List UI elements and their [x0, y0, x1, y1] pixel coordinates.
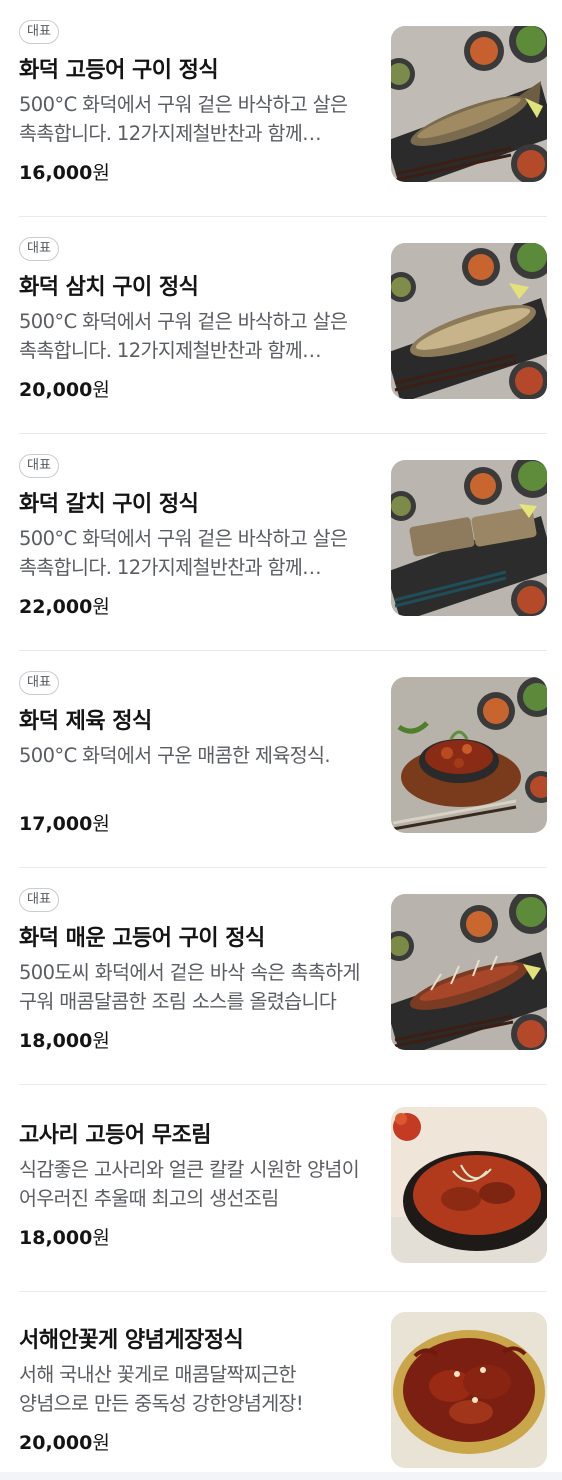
menu-item-spicy-grilled-mackerel[interactable]: 대표 화덕 매운 고등어 구이 정식 500도씨 화덕에서 겉은 바삭 속은 촉…: [19, 868, 547, 1085]
price-value: 20,000: [19, 1432, 93, 1454]
price-value: 18,000: [19, 1227, 93, 1249]
grilled-mackerel-photo: [391, 26, 547, 182]
signature-badge: 대표: [19, 237, 59, 261]
menu-item-price: 18,000원: [19, 1026, 110, 1053]
menu-item-photo[interactable]: [391, 1312, 547, 1468]
menu-item-description: 500도씨 화덕에서 겉은 바삭 속은 촉촉하게 구워 매콤달콤한 조림 소스를…: [19, 961, 360, 1013]
menu-item-spicy-pork[interactable]: 대표 화덕 제육 정식 500°C 화덕에서 구운 매콤한 제육정식. 17,0…: [19, 651, 547, 868]
menu-item-price: 18,000원: [19, 1223, 110, 1250]
menu-item-grilled-hairtail[interactable]: 대표 화덕 갈치 구이 정식 500°C 화덕에서 구워 겉은 바삭하고 살은 …: [19, 434, 547, 651]
menu-item-description: 서해 국내산 꽃게로 매콤달짝찌근한 양념으로 만든 중독성 강한양념게장!: [19, 1363, 304, 1415]
menu-item-title[interactable]: 고사리 고등어 무조림: [19, 1117, 374, 1149]
price-unit: 원: [92, 1030, 110, 1052]
menu-item-description: 식감좋은 고사리와 얼큰 칼칼 시원한 양념이 어우러진 추울때 최고의 생선조…: [19, 1158, 360, 1210]
menu-item-description: 500°C 화덕에서 구워 겉은 바삭하고 살은 촉촉합니다. 12가지제철반찬…: [19, 310, 348, 362]
menu-item-seasoned-crab[interactable]: 서해안꽃게 양념게장정식 서해 국내산 꽃게로 매콤달짝찌근한 양념으로 만든 …: [19, 1292, 547, 1472]
price-value: 18,000: [19, 1030, 93, 1052]
price-unit: 원: [92, 1432, 110, 1454]
menu-item-title[interactable]: 화덕 고등어 구이 정식: [19, 52, 374, 84]
price-unit: 원: [92, 379, 110, 401]
grilled-spanish-mackerel-photo: [391, 243, 547, 399]
menu-item-photo[interactable]: [391, 1107, 547, 1263]
menu-item-photo[interactable]: [391, 677, 547, 833]
price-unit: 원: [92, 596, 110, 618]
braised-mackerel-photo: [391, 1107, 547, 1263]
menu-item-price: 17,000원: [19, 809, 110, 836]
signature-badge: 대표: [19, 888, 59, 912]
spicy-grilled-mackerel-photo: [391, 894, 547, 1050]
price-value: 20,000: [19, 379, 93, 401]
grilled-hairtail-photo: [391, 460, 547, 616]
menu-item-grilled-spanish-mackerel[interactable]: 대표 화덕 삼치 구이 정식 500°C 화덕에서 구워 겉은 바삭하고 살은 …: [19, 217, 547, 434]
menu-item-title[interactable]: 화덕 갈치 구이 정식: [19, 486, 374, 518]
menu-item-title[interactable]: 서해안꽃게 양념게장정식: [19, 1322, 374, 1354]
menu-item-description: 500°C 화덕에서 구워 겉은 바삭하고 살은 촉촉합니다. 12가지제철반찬…: [19, 93, 348, 145]
seasoned-crab-photo: [391, 1312, 547, 1468]
menu-item-title[interactable]: 화덕 매운 고등어 구이 정식: [19, 920, 374, 952]
bottom-divider: [0, 1472, 562, 1480]
price-unit: 원: [92, 1227, 110, 1249]
signature-badge: 대표: [19, 671, 59, 695]
price-value: 16,000: [19, 162, 93, 184]
price-unit: 원: [92, 162, 110, 184]
menu-item-photo[interactable]: [391, 243, 547, 399]
menu-item-title[interactable]: 화덕 제육 정식: [19, 703, 374, 735]
menu-item-photo[interactable]: [391, 460, 547, 616]
signature-badge: 대표: [19, 20, 59, 44]
menu-item-price: 20,000원: [19, 1428, 110, 1455]
menu-item-price: 22,000원: [19, 592, 110, 619]
price-unit: 원: [92, 813, 110, 835]
signature-badge: 대표: [19, 454, 59, 478]
menu-item-photo[interactable]: [391, 894, 547, 1050]
menu-item-braised-mackerel[interactable]: 고사리 고등어 무조림 식감좋은 고사리와 얼큰 칼칼 시원한 양념이 어우러진…: [19, 1085, 547, 1292]
menu-item-price: 16,000원: [19, 158, 110, 185]
spicy-pork-photo: [391, 677, 547, 833]
menu-item-photo[interactable]: [391, 26, 547, 182]
menu-item-grilled-mackerel[interactable]: 대표 화덕 고등어 구이 정식 500°C 화덕에서 구워 겉은 바삭하고 살은…: [19, 0, 547, 217]
price-value: 17,000: [19, 813, 93, 835]
price-value: 22,000: [19, 596, 93, 618]
menu-item-title[interactable]: 화덕 삼치 구이 정식: [19, 269, 374, 301]
menu-item-description: 500°C 화덕에서 구운 매콤한 제육정식.: [19, 744, 331, 767]
menu-item-price: 20,000원: [19, 375, 110, 402]
menu-item-description: 500°C 화덕에서 구워 겉은 바삭하고 살은 촉촉합니다. 12가지제철반찬…: [19, 527, 348, 579]
